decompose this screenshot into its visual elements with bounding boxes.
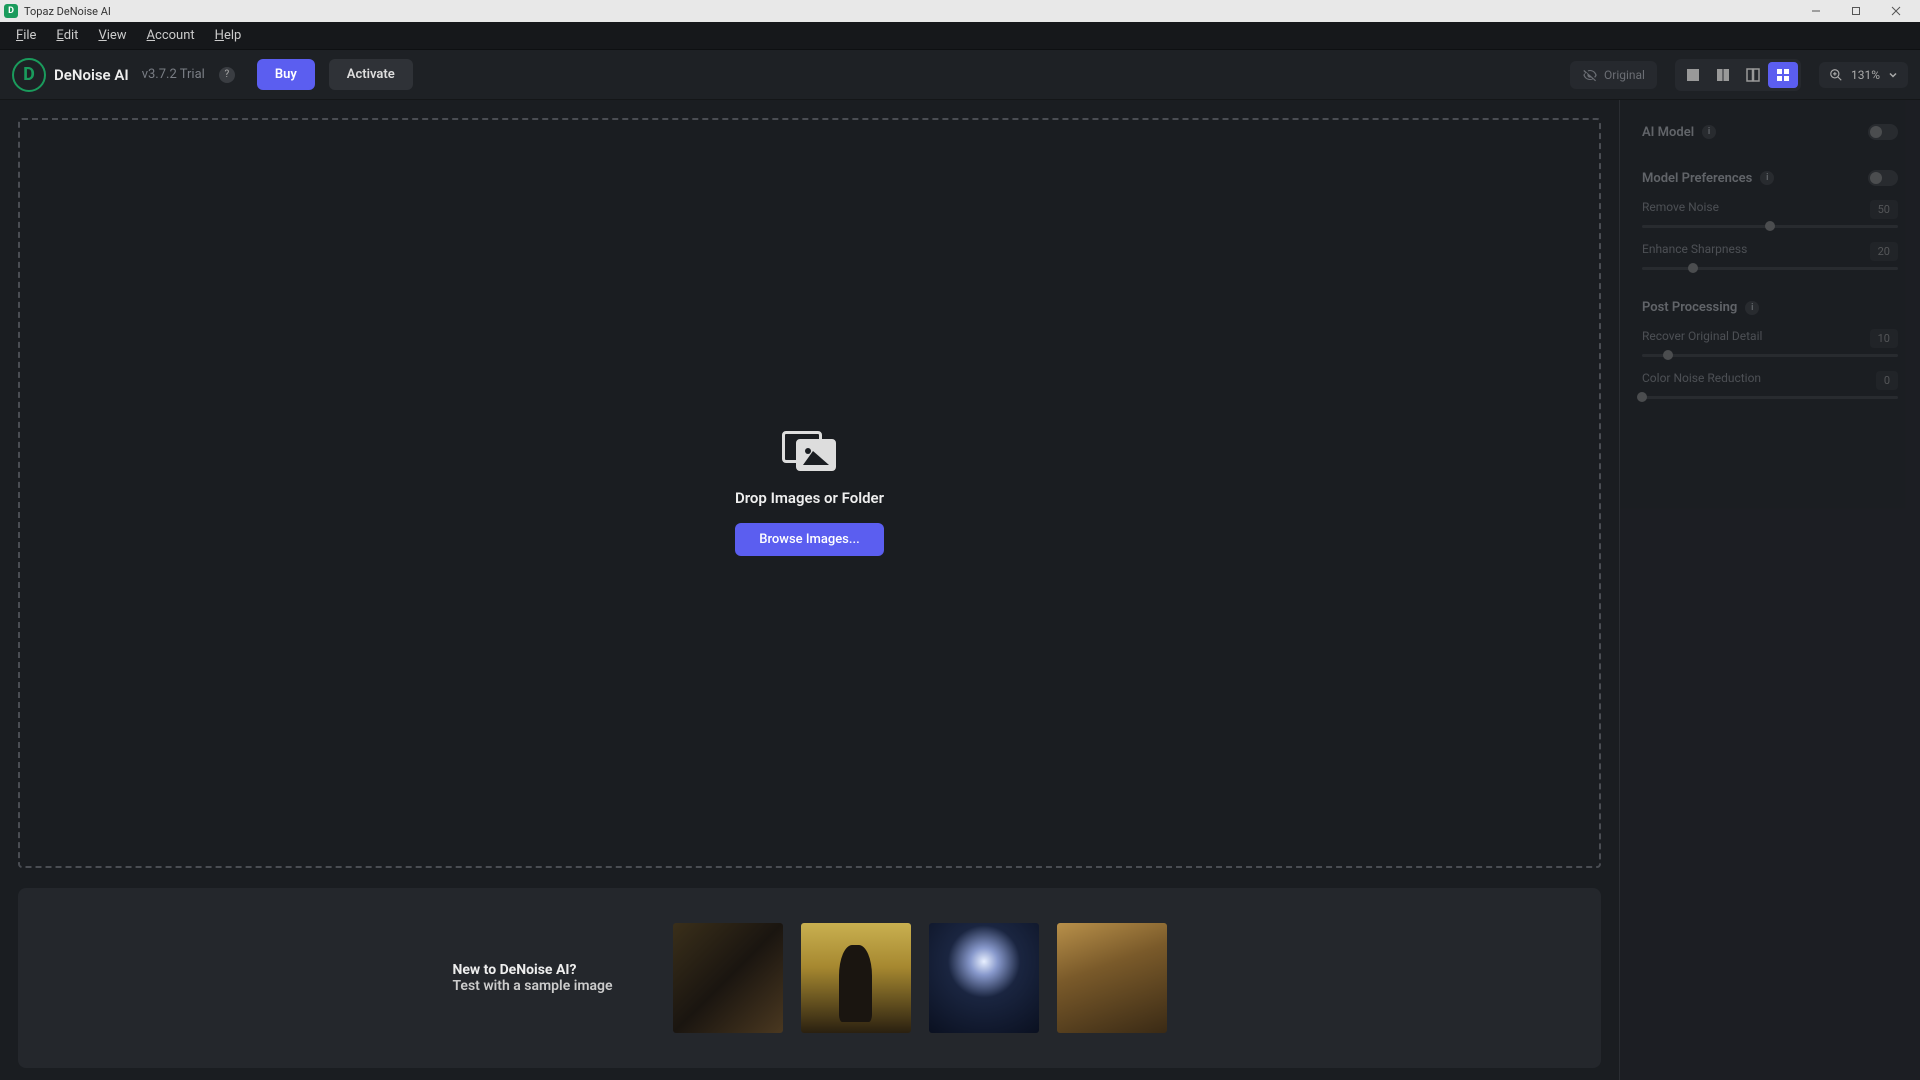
eye-off-icon xyxy=(1582,67,1598,83)
sample-thumbnails xyxy=(673,923,1167,1033)
recover-detail-label: Recover Original Detail xyxy=(1642,329,1762,348)
info-icon[interactable]: i xyxy=(1745,301,1759,315)
enhance-sharpness-label: Enhance Sharpness xyxy=(1642,242,1747,261)
sample-image-2[interactable] xyxy=(801,923,911,1033)
menu-view[interactable]: View xyxy=(88,24,136,47)
buy-button[interactable]: Buy xyxy=(257,59,315,90)
canvas-area: Drop Images or Folder Browse Images... N… xyxy=(0,100,1620,1080)
view-single-button[interactable] xyxy=(1678,62,1708,88)
remove-noise-label: Remove Noise xyxy=(1642,200,1719,219)
app-icon: D xyxy=(4,4,18,18)
original-label: Original xyxy=(1604,68,1645,82)
remove-noise-value: 50 xyxy=(1870,200,1898,219)
enhance-sharpness-value: 20 xyxy=(1870,242,1898,261)
sample-image-1[interactable] xyxy=(673,923,783,1033)
minimize-button[interactable] xyxy=(1796,0,1836,22)
menu-edit[interactable]: Edit xyxy=(46,24,88,47)
close-button[interactable] xyxy=(1876,0,1916,22)
original-toggle[interactable]: Original xyxy=(1570,61,1657,89)
menu-file[interactable]: File xyxy=(6,24,46,47)
view-grid-button[interactable] xyxy=(1768,62,1798,88)
zoom-control[interactable]: 131% xyxy=(1819,62,1908,88)
activate-button[interactable]: Activate xyxy=(329,59,413,90)
post-processing-title: Post Processing i xyxy=(1642,300,1759,315)
zoom-value: 131% xyxy=(1851,68,1880,82)
help-icon[interactable]: ? xyxy=(219,67,235,83)
color-noise-slider[interactable]: Color Noise Reduction 0 xyxy=(1642,371,1898,399)
menu-help[interactable]: Help xyxy=(205,24,252,47)
images-icon xyxy=(782,431,838,473)
menu-bar: File Edit View Account Help xyxy=(0,22,1920,50)
remove-noise-slider[interactable]: Remove Noise 50 xyxy=(1642,200,1898,228)
view-side-by-side-button[interactable] xyxy=(1738,62,1768,88)
chevron-down-icon xyxy=(1888,70,1898,80)
info-icon[interactable]: i xyxy=(1760,171,1774,185)
samples-heading: New to DeNoise AI? xyxy=(452,962,612,978)
drop-zone[interactable]: Drop Images or Folder Browse Images... xyxy=(18,118,1601,868)
samples-text: New to DeNoise AI? Test with a sample im… xyxy=(452,962,612,994)
maximize-button[interactable] xyxy=(1836,0,1876,22)
zoom-icon xyxy=(1829,68,1843,82)
sample-image-4[interactable] xyxy=(1057,923,1167,1033)
info-icon[interactable]: i xyxy=(1702,125,1716,139)
settings-panel: AI Model i Model Preferences i Remove No… xyxy=(1620,100,1920,1080)
color-noise-label: Color Noise Reduction xyxy=(1642,371,1761,390)
color-noise-value: 0 xyxy=(1876,371,1898,390)
sample-image-3[interactable] xyxy=(929,923,1039,1033)
ai-model-title: AI Model i xyxy=(1642,125,1716,140)
app-version: v3.7.2 Trial xyxy=(142,67,205,82)
ai-model-toggle[interactable] xyxy=(1868,124,1898,140)
view-mode-group xyxy=(1675,59,1801,91)
recover-detail-slider[interactable]: Recover Original Detail 10 xyxy=(1642,329,1898,357)
view-split-vertical-button[interactable] xyxy=(1708,62,1738,88)
app-name: DeNoise AI xyxy=(54,66,129,84)
menu-account[interactable]: Account xyxy=(137,24,205,47)
browse-images-button[interactable]: Browse Images... xyxy=(735,523,883,556)
enhance-sharpness-slider[interactable]: Enhance Sharpness 20 xyxy=(1642,242,1898,270)
model-prefs-title: Model Preferences i xyxy=(1642,171,1774,186)
toolbar: D DeNoise AI v3.7.2 Trial ? Buy Activate… xyxy=(0,50,1920,100)
window-title: Topaz DeNoise AI xyxy=(24,5,111,18)
window-title-bar: D Topaz DeNoise AI xyxy=(0,0,1920,22)
recover-detail-value: 10 xyxy=(1870,329,1898,348)
drop-text: Drop Images or Folder xyxy=(735,489,884,507)
samples-subheading: Test with a sample image xyxy=(452,978,612,994)
model-prefs-toggle[interactable] xyxy=(1868,170,1898,186)
samples-panel: New to DeNoise AI? Test with a sample im… xyxy=(18,888,1601,1068)
app-logo: D xyxy=(12,58,46,92)
